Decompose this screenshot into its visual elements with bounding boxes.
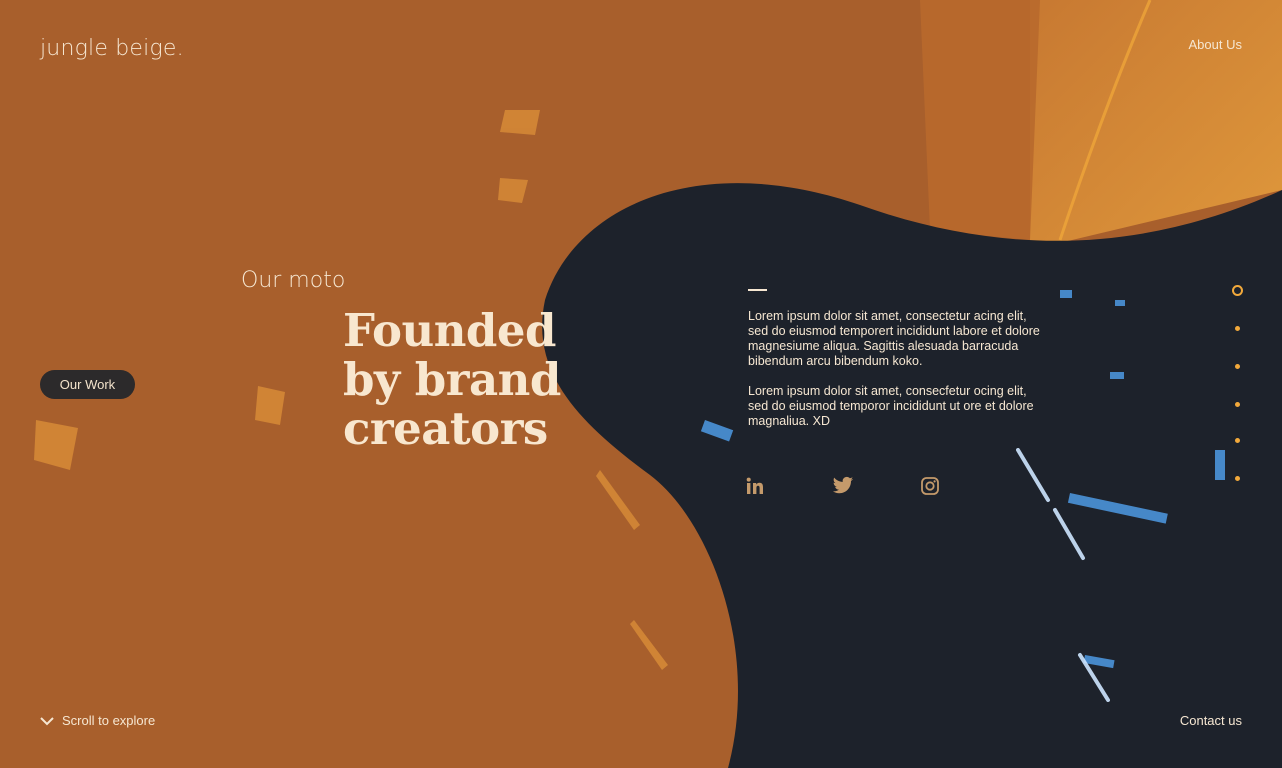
twitter-icon[interactable] [831, 474, 855, 498]
headline-line-1: Founded [343, 304, 557, 357]
pagination-dot-1[interactable] [1232, 285, 1243, 296]
section-pagination [1230, 285, 1244, 485]
nav-about-link[interactable]: About Us [1189, 37, 1242, 52]
pagination-dot-6[interactable] [1235, 476, 1240, 481]
hero-headline: Founded by brand creators [343, 306, 603, 453]
brand-logo[interactable]: jungle beige. [40, 36, 184, 61]
linkedin-icon[interactable] [743, 474, 767, 498]
background-artwork [0, 0, 1282, 768]
content-divider [748, 289, 767, 291]
pagination-dot-2[interactable] [1235, 326, 1240, 331]
pagination-dot-5[interactable] [1235, 438, 1240, 443]
scroll-label: Scroll to explore [62, 713, 156, 728]
intro-paragraph-1: Lorem ipsum dolor sit amet, consectetur … [748, 309, 1040, 368]
pagination-dot-3[interactable] [1235, 364, 1240, 369]
headline-line-2: by brand [343, 353, 561, 406]
intro-paragraph-2: Lorem ipsum dolor sit amet, consecfetur … [748, 384, 1034, 428]
scroll-to-explore[interactable]: Scroll to explore [40, 713, 155, 728]
our-work-button[interactable]: Our Work [40, 370, 135, 399]
instagram-icon[interactable] [918, 474, 942, 498]
contact-link[interactable]: Contact us [1180, 713, 1242, 728]
pagination-dot-4[interactable] [1235, 402, 1240, 407]
hero-eyebrow: Our moto [241, 268, 346, 293]
headline-line-3: creators [343, 402, 548, 455]
chevron-down-icon [40, 716, 54, 725]
